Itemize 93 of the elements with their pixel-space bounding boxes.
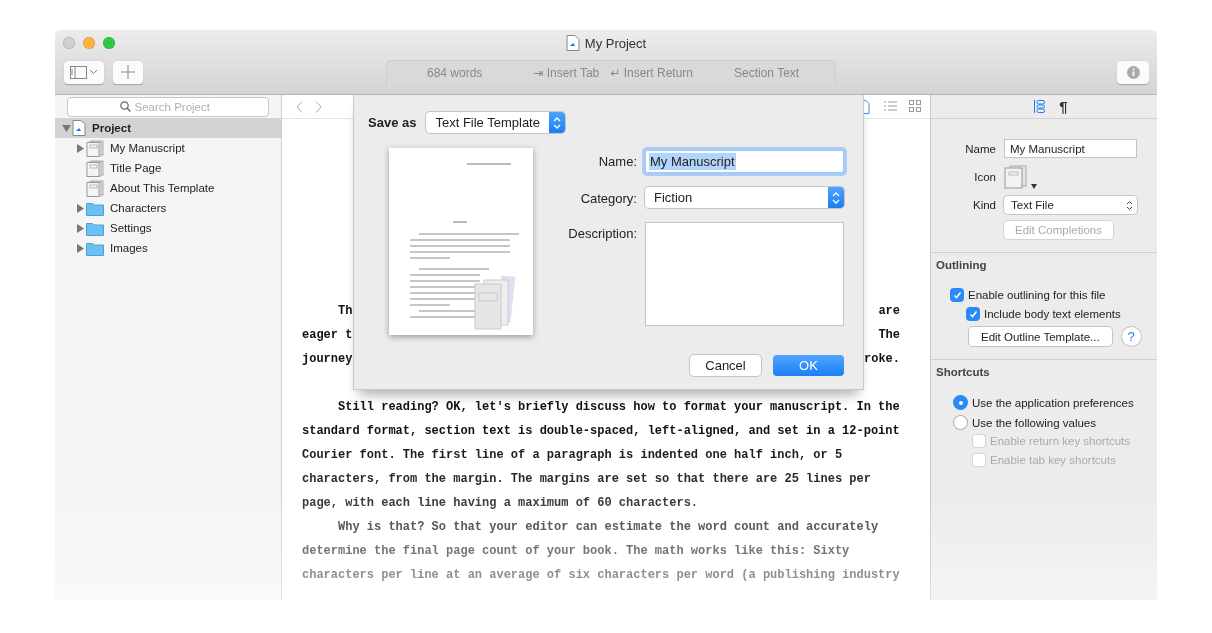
section-heading: Outlining <box>935 258 988 271</box>
kind-label: Kind <box>972 199 996 211</box>
save-as-label: Save as <box>368 115 417 130</box>
info-icon <box>1126 65 1140 79</box>
document-icon <box>565 35 580 51</box>
kind-select[interactable]: Text File <box>1004 196 1137 214</box>
plus-icon <box>121 65 135 79</box>
category-select[interactable]: Fiction <box>645 187 844 208</box>
disclosure-triangle-icon[interactable] <box>75 203 85 213</box>
back-button[interactable] <box>296 100 303 113</box>
folder-icon <box>86 220 104 236</box>
radio-label: Use the following values <box>972 416 1096 429</box>
radio-label: Use the application preferences <box>972 396 1134 409</box>
forward-button[interactable] <box>315 100 322 113</box>
disclosure-triangle-icon[interactable] <box>75 143 85 153</box>
add-button[interactable] <box>113 60 143 84</box>
corkboard-view-button[interactable] <box>909 99 922 114</box>
info-button[interactable] <box>1117 60 1149 84</box>
tree-item[interactable]: Settings <box>55 218 281 238</box>
description-field[interactable] <box>645 222 844 326</box>
folder-icon <box>86 240 104 256</box>
cancel-button[interactable]: Cancel <box>690 355 761 376</box>
edit-outline-template-button[interactable]: Edit Outline Template... <box>969 327 1112 346</box>
icon-picker[interactable] <box>1004 165 1037 189</box>
radio-button[interactable] <box>954 416 967 429</box>
search-icon <box>119 101 131 112</box>
tree-item[interactable]: Project <box>55 118 281 138</box>
checkbox-label: Include body text elements <box>984 308 1121 320</box>
window-title: My Project <box>584 35 647 51</box>
text-line: standard format, section text is double-spaced, left-aligned, and set in a 12-point <box>302 423 900 440</box>
project-icon <box>72 120 86 136</box>
text-fragment: Th <box>338 303 353 320</box>
text-line: Still reading? OK, let's briefly discuss how to format your manuscript. In the <box>338 399 900 416</box>
text-line: Courier font. The first line of a paragraph is indented one half inch, or 5 <box>302 447 843 464</box>
chevron-left-icon <box>296 100 303 113</box>
metadata-icon <box>1034 100 1046 113</box>
section-heading: Shortcuts <box>935 365 991 378</box>
minimize-button[interactable] <box>83 37 95 49</box>
zoom-button[interactable] <box>103 37 115 49</box>
category-label: Category: <box>579 190 637 208</box>
description-label: Description: <box>567 225 637 243</box>
chevron-right-icon <box>315 100 322 113</box>
outline-view-button[interactable] <box>884 99 897 114</box>
text-fragment: are <box>878 303 900 320</box>
text-fragment: roke. <box>864 351 900 368</box>
checkbox[interactable] <box>967 308 979 320</box>
updown-icon <box>1126 199 1133 211</box>
text-fragment: The <box>878 327 900 344</box>
checkbox-label: Enable return key shortcuts <box>990 435 1130 447</box>
text-fragment: journey <box>302 351 353 368</box>
close-button[interactable] <box>63 37 75 49</box>
sidebar-icon <box>70 65 87 79</box>
name-field[interactable]: My Manuscript <box>1004 139 1137 158</box>
document-stack-icon <box>86 139 104 157</box>
checkbox-label: Enable outlining for this file <box>968 289 1106 301</box>
checkbox[interactable] <box>951 289 963 301</box>
search-input[interactable]: Search Project <box>134 100 217 113</box>
tree-item[interactable]: My Manuscript <box>55 138 281 158</box>
text-line: characters per line at an average of six characters per word (a publishing industry <box>302 567 900 584</box>
document-stack-icon <box>86 179 104 197</box>
disclosure-triangle-icon[interactable] <box>61 123 71 133</box>
tree-item[interactable]: About This Template <box>55 178 281 198</box>
tree-item[interactable]: Title Page <box>55 158 281 178</box>
disclosure-triangle-icon[interactable] <box>75 223 85 233</box>
inspector-tab[interactable] <box>1034 100 1046 113</box>
caret-icon <box>1031 184 1037 189</box>
document-stack-icon <box>1004 165 1028 189</box>
folder-icon <box>86 200 104 216</box>
template-type-select[interactable]: Text File Template <box>426 112 566 133</box>
search-field[interactable]: Search Project <box>67 96 269 117</box>
tree-item[interactable]: Images <box>55 238 281 258</box>
updown-icon <box>832 191 840 204</box>
checkbox-label: Enable tab key shortcuts <box>990 454 1116 466</box>
radio-button[interactable] <box>954 396 967 409</box>
disclosure-triangle-icon[interactable] <box>75 243 85 253</box>
text-fragment: eager t <box>302 327 353 344</box>
document-stack-icon <box>86 159 104 177</box>
icon-label: Icon <box>974 171 996 183</box>
text-line: characters, from the margin. The margins are set so that there are 25 lines per <box>302 471 871 488</box>
name-label: Name <box>965 142 996 155</box>
word-count: 684 words <box>427 65 483 80</box>
tree-item[interactable]: Characters <box>55 198 281 218</box>
name-label: Name: <box>597 153 637 171</box>
name-field[interactable]: My Manuscript <box>645 150 844 173</box>
text-line: page, with each line having a maximum of 60 characters. <box>302 495 699 512</box>
section-type: Section Text <box>734 65 800 80</box>
text-line: determine the final page count of your book. The math works like this: Sixty <box>302 543 850 560</box>
text-line: Why is that? So that your editor can estimate the word count and accurately <box>338 519 879 536</box>
inspector-tab[interactable]: ¶ <box>1059 98 1068 115</box>
sidebar-toggle-button[interactable] <box>64 60 104 84</box>
updown-icon <box>553 116 562 129</box>
chevron-down-icon <box>89 69 98 75</box>
help-button[interactable]: ? <box>1121 327 1141 346</box>
